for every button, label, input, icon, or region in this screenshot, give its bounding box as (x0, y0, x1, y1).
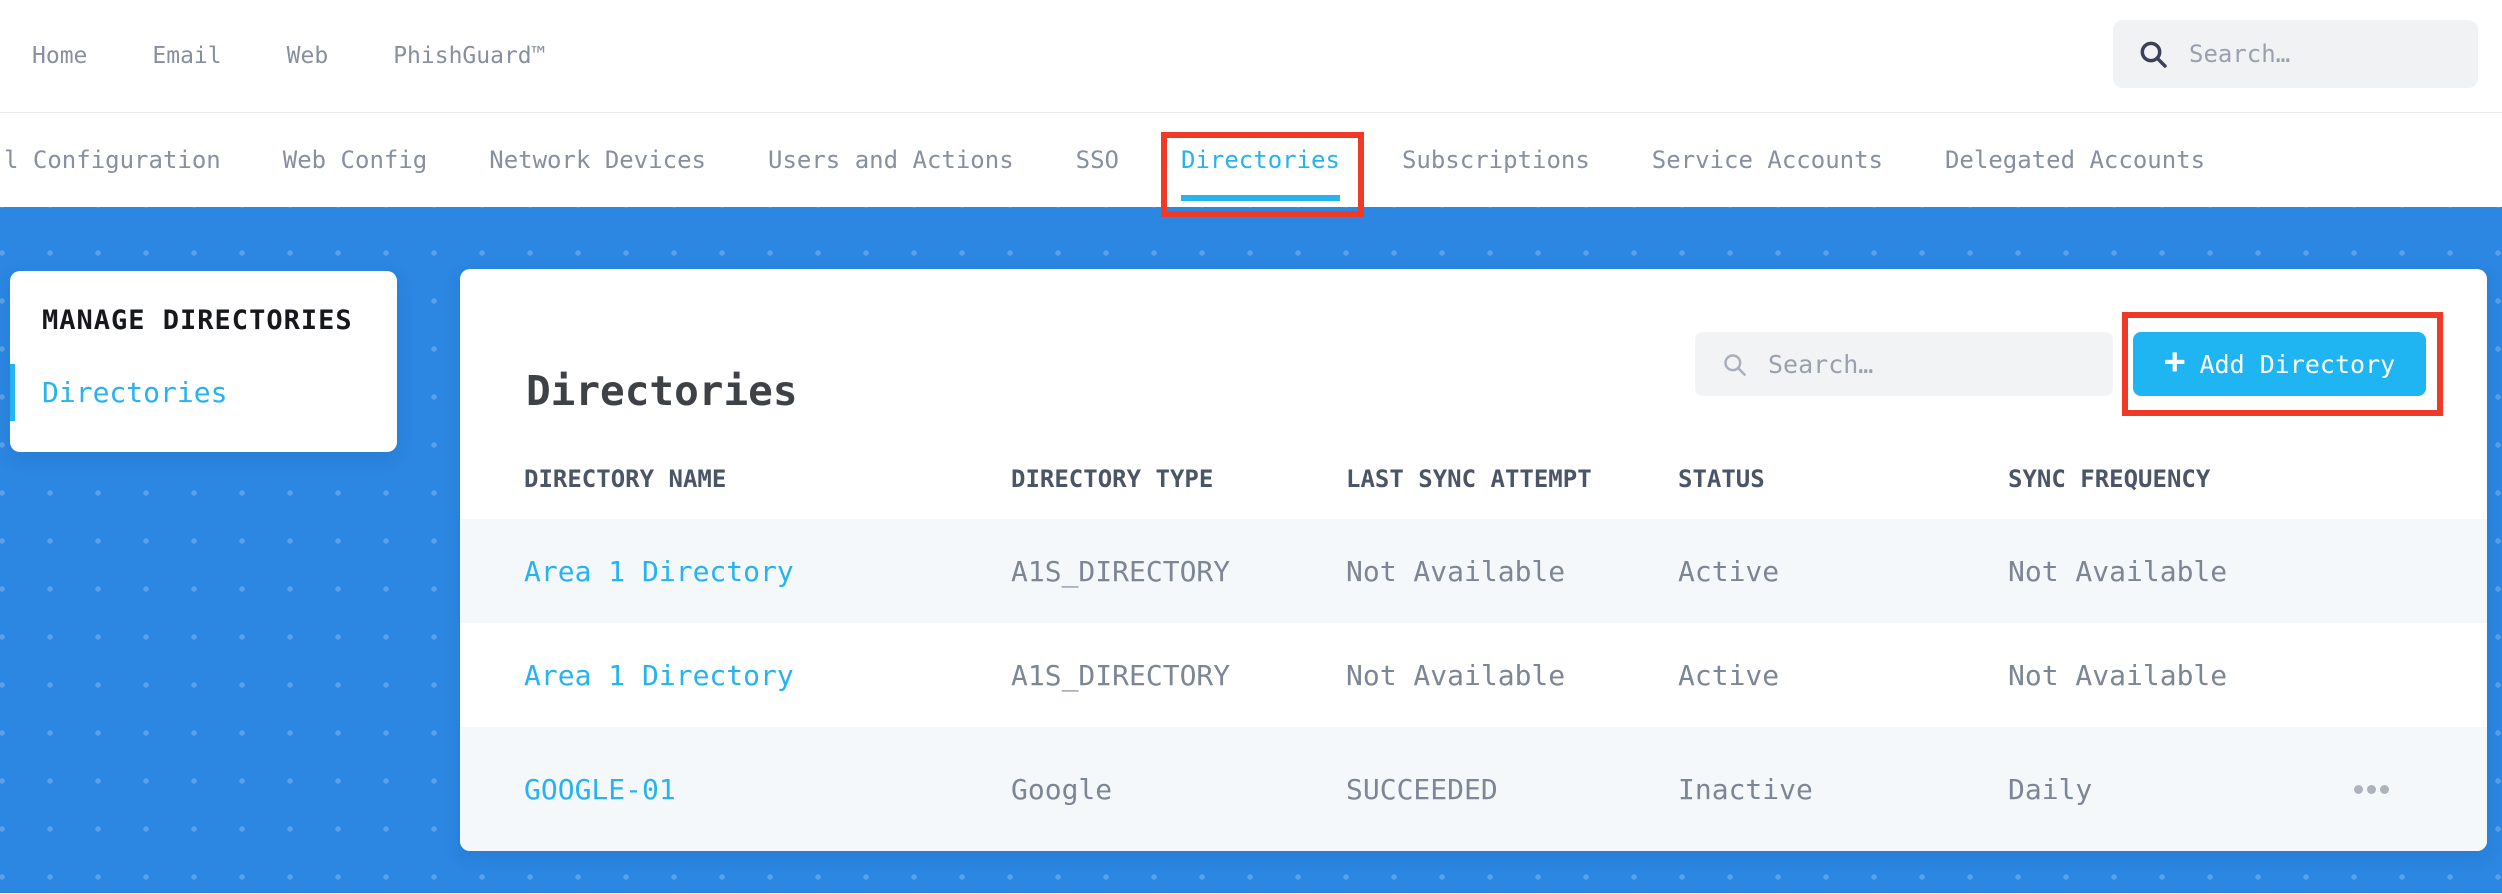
search-icon (1724, 353, 1746, 376)
last-sync-cell: Not Available (1346, 658, 1566, 692)
status-cell: Inactive (1678, 772, 1813, 806)
settings-tabbar: l Configuration Web Config Network Devic… (0, 112, 2502, 217)
sync-frequency-cell: Not Available (2008, 554, 2228, 588)
top-navbar: Home Email Web PhishGuard™ (0, 0, 2502, 112)
directory-name-link[interactable]: Area 1 Directory (524, 555, 1011, 588)
tab-sso[interactable]: SSO (1076, 146, 1119, 174)
nav-item-home[interactable]: Home (32, 43, 87, 69)
add-directory-button-label: Add Directory (2199, 349, 2396, 379)
sidebar-item-directories[interactable]: Directories (10, 364, 227, 421)
last-sync-cell: SUCCEEDED (1346, 772, 1498, 806)
sidebar-heading: MANAGE DIRECTORIES (42, 305, 353, 336)
add-directory-button[interactable]: + Add Directory (2133, 332, 2426, 396)
page-title: Directories (526, 367, 798, 416)
directory-name-link[interactable]: Area 1 Directory (524, 659, 1011, 692)
tab-users-and-actions[interactable]: Users and Actions (768, 146, 1014, 174)
sync-frequency-cell: Daily (2008, 772, 2093, 806)
column-header-last-sync-attempt: LAST SYNC ATTEMPT (1346, 465, 1592, 493)
nav-item-web[interactable]: Web (287, 43, 329, 69)
column-header-sync-frequency: SYNC FREQUENCY (2008, 465, 2211, 493)
plus-icon: + (2163, 341, 2186, 382)
app-window: Home Email Web PhishGuard™ l Configurati… (0, 0, 2502, 894)
global-search-box (2113, 20, 2478, 88)
directories-card: Directories + Add Directory DIRECTORY NA… (460, 269, 2487, 851)
directories-search-box (1695, 332, 2113, 396)
directory-type-cell: A1S_DIRECTORY (1011, 658, 1231, 692)
manage-directories-card: MANAGE DIRECTORIES Directories (10, 271, 397, 452)
tab-web-config[interactable]: Web Config (283, 146, 428, 174)
status-cell: Active (1678, 658, 1780, 692)
nav-item-phishguard[interactable]: PhishGuard™ (393, 43, 545, 69)
table-header-row: DIRECTORY NAME DIRECTORY TYPE LAST SYNC … (460, 439, 2487, 519)
column-header-directory-type: DIRECTORY TYPE (1011, 465, 1214, 493)
active-tab-underline (1181, 195, 1340, 201)
annotation-box-directories-tab (1161, 132, 1364, 217)
tab-email-configuration[interactable]: l Configuration (4, 146, 221, 174)
tab-network-devices[interactable]: Network Devices (489, 146, 706, 174)
row-actions-ellipsis-icon[interactable] (2350, 784, 2487, 794)
tab-delegated-accounts[interactable]: Delegated Accounts (1945, 146, 2205, 174)
directories-search-input[interactable] (1766, 348, 2087, 380)
sync-frequency-cell: Not Available (2008, 658, 2228, 692)
tab-service-accounts[interactable]: Service Accounts (1652, 146, 1883, 174)
tab-directories[interactable]: Directories (1161, 132, 1364, 217)
table-row: Area 1 Directory A1S_DIRECTORY Not Avail… (460, 519, 2487, 623)
table-row: GOOGLE-01 Google SUCCEEDED Inactive Dail… (460, 727, 2487, 851)
status-cell: Active (1678, 554, 1780, 588)
last-sync-cell: Not Available (1346, 554, 1566, 588)
directories-table: DIRECTORY NAME DIRECTORY TYPE LAST SYNC … (460, 439, 2487, 851)
directory-type-cell: Google (1011, 772, 1113, 806)
sidebar-item-directories-label: Directories (42, 376, 228, 409)
tab-subscriptions[interactable]: Subscriptions (1402, 146, 1590, 174)
content-canvas: MANAGE DIRECTORIES Directories Directori… (0, 207, 2502, 893)
global-search-input[interactable] (2187, 39, 2454, 69)
directory-type-cell: A1S_DIRECTORY (1011, 554, 1231, 588)
column-header-directory-name: DIRECTORY NAME (524, 465, 727, 493)
search-icon (2140, 41, 2167, 68)
table-row: Area 1 Directory A1S_DIRECTORY Not Avail… (460, 623, 2487, 727)
column-header-status: STATUS (1678, 465, 1765, 493)
directory-name-link[interactable]: GOOGLE-01 (524, 773, 1011, 806)
tab-directories-label: Directories (1181, 146, 1340, 174)
nav-item-email[interactable]: Email (152, 43, 221, 69)
